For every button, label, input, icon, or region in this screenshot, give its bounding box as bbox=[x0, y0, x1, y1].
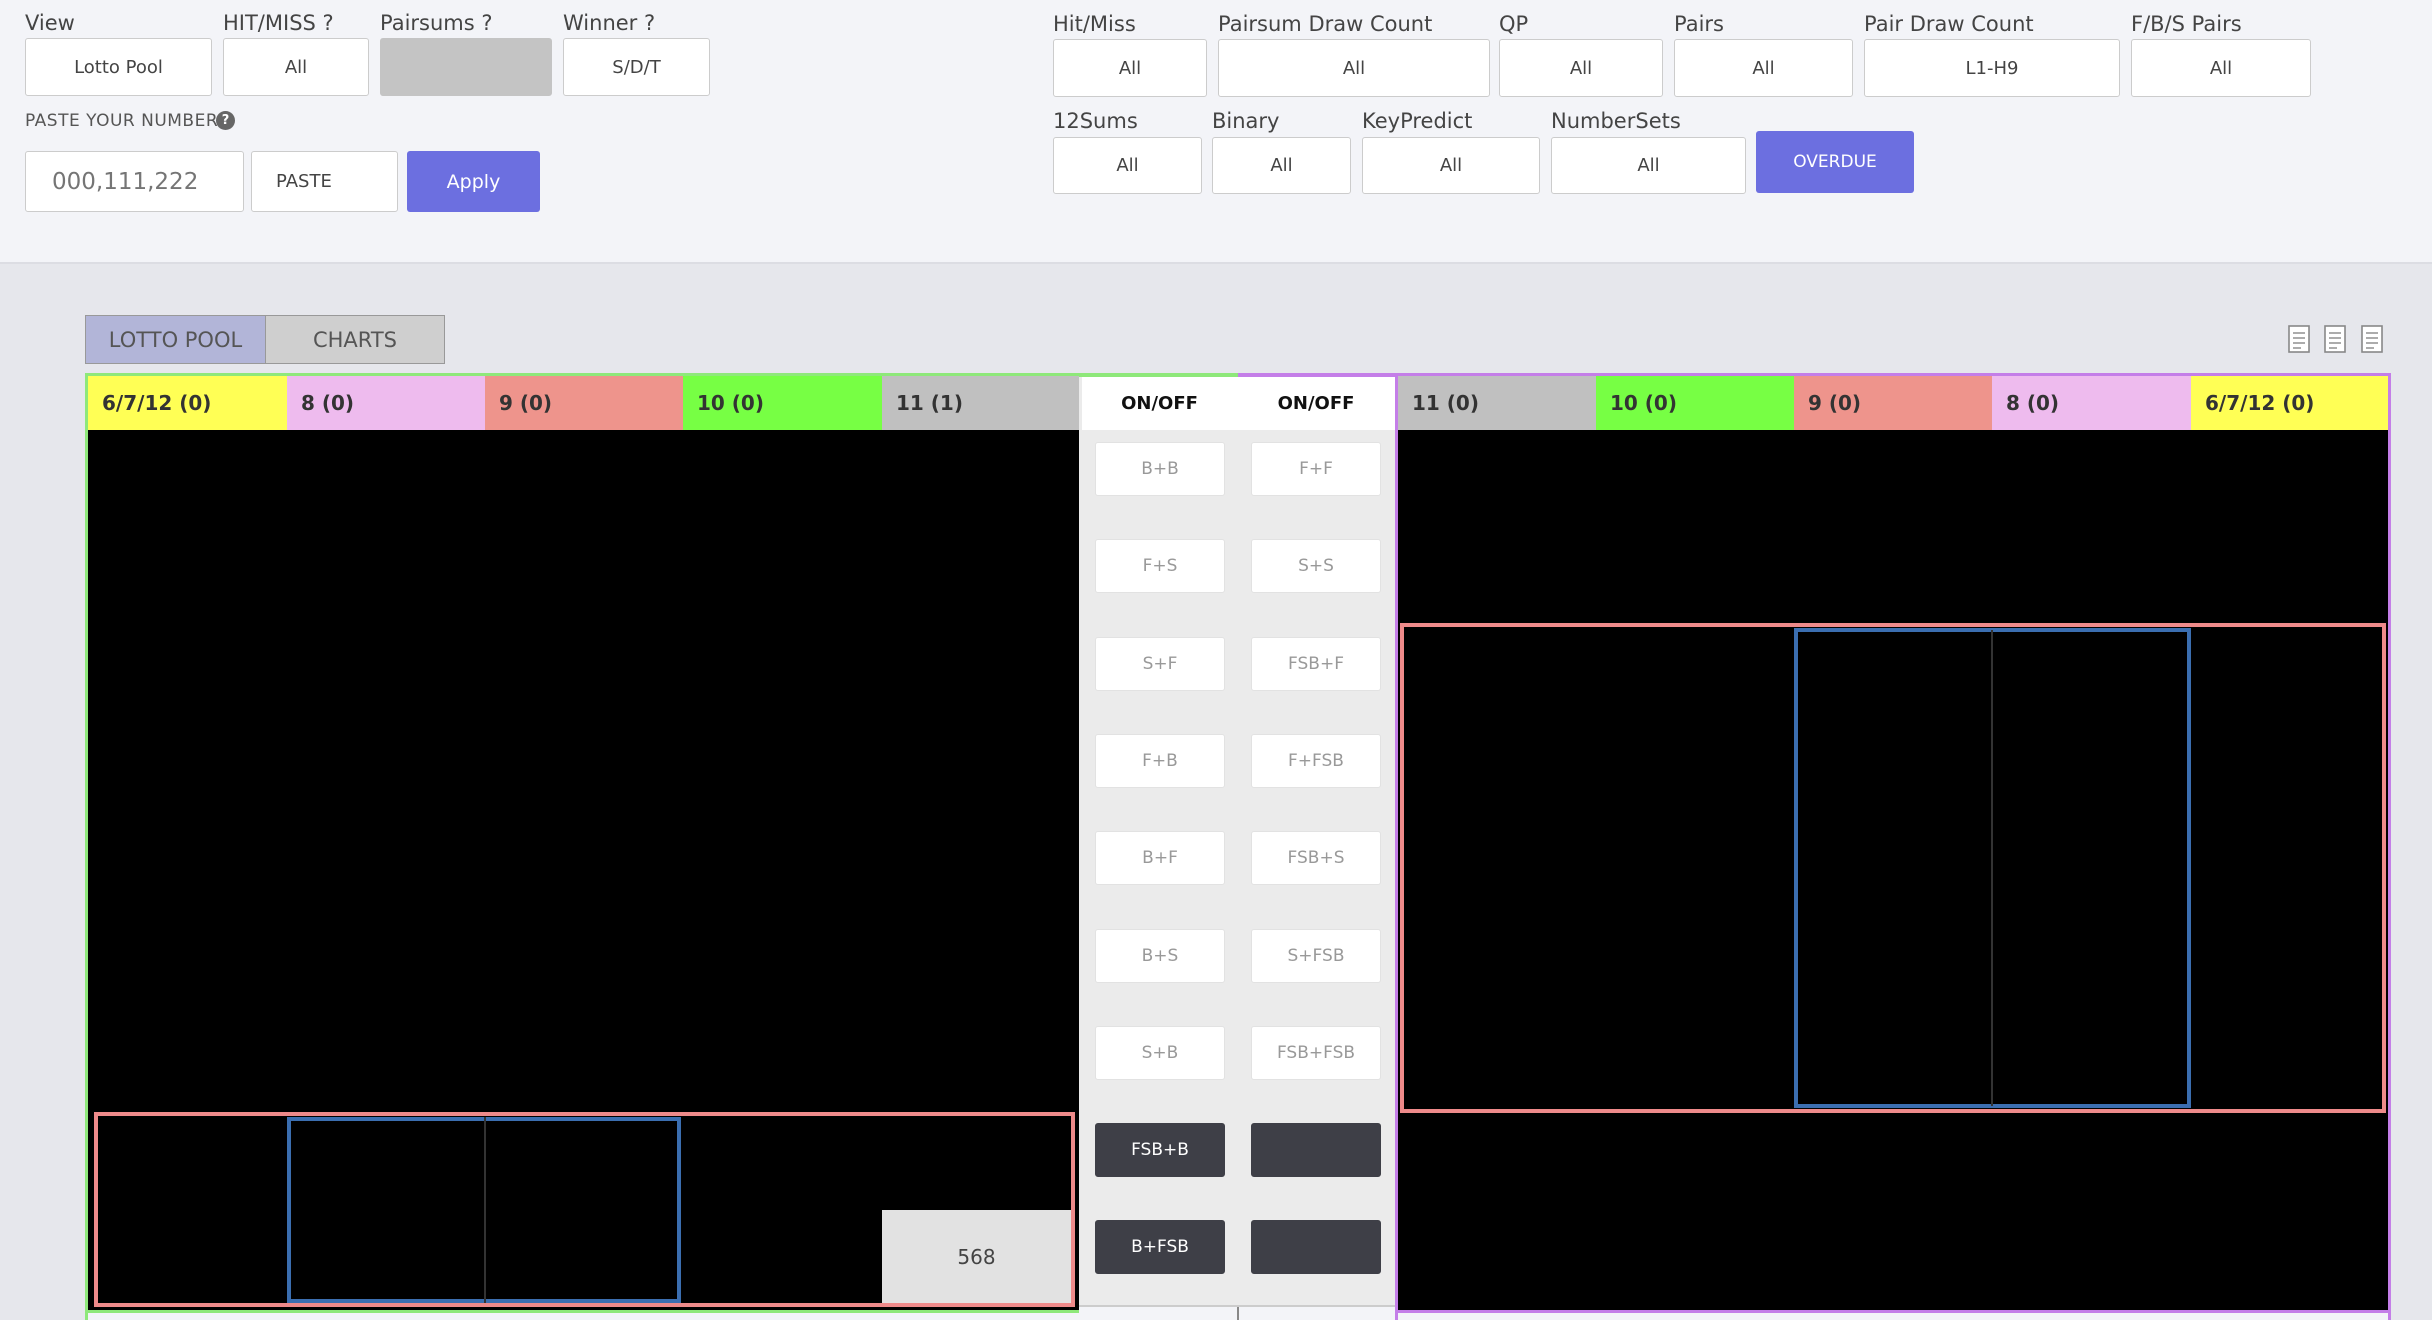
pair-toggle-button[interactable]: B+S bbox=[1095, 928, 1225, 983]
pair-toggle-column-1: B+B F+S S+F F+B B+F B+S S+B FSB+B B+FSB bbox=[1095, 442, 1225, 1292]
pair-toggle-button[interactable]: FSB+S bbox=[1251, 831, 1381, 886]
left-pool-grid bbox=[88, 430, 1079, 1110]
grid-divider bbox=[1991, 630, 1993, 1106]
paste-numbers-label: PASTE YOUR NUMBERS bbox=[25, 111, 230, 131]
winner-label: Winner ? bbox=[563, 11, 656, 35]
left-header-1[interactable]: 8 (0) bbox=[287, 376, 485, 430]
right-header-4[interactable]: 6/7/12 (0) bbox=[2191, 376, 2388, 430]
pair-toggle-button[interactable]: FSB+B bbox=[1095, 1123, 1225, 1178]
paste-select[interactable]: PASTE bbox=[251, 151, 398, 212]
pair-toggle-column-2: F+F S+S FSB+F F+FSB FSB+S S+FSB FSB+FSB bbox=[1251, 442, 1381, 1292]
pair-toggle-button[interactable] bbox=[1251, 1220, 1381, 1275]
apply-button[interactable]: Apply bbox=[407, 151, 540, 212]
view-label: View bbox=[25, 11, 75, 35]
pairs-label: Pairs bbox=[1674, 12, 1724, 36]
pair-toggle-button[interactable]: F+B bbox=[1095, 733, 1225, 788]
pair-toggle-button[interactable]: F+F bbox=[1251, 442, 1381, 496]
fbs-pairs-select[interactable]: All bbox=[2131, 39, 2311, 97]
view-select[interactable]: Lotto Pool bbox=[25, 38, 212, 96]
on-off-header-2[interactable]: ON/OFF bbox=[1237, 377, 1395, 430]
tab-lotto-pool[interactable]: LOTTO POOL bbox=[85, 315, 266, 364]
hit-miss-filter-select[interactable]: All bbox=[1053, 39, 1207, 97]
binary-select[interactable]: All bbox=[1212, 137, 1351, 194]
qp-select[interactable]: All bbox=[1499, 39, 1663, 97]
paste-numbers-input[interactable] bbox=[25, 151, 244, 212]
left-pool-footer bbox=[88, 1310, 1079, 1320]
pair-toggle-button[interactable]: B+B bbox=[1095, 442, 1225, 496]
right-header-3[interactable]: 8 (0) bbox=[1992, 376, 2191, 430]
pair-toggle-button[interactable]: B+FSB bbox=[1095, 1220, 1225, 1275]
numbersets-label: NumberSets bbox=[1551, 109, 1681, 133]
tab-charts[interactable]: CHARTS bbox=[265, 315, 445, 364]
left-header-4[interactable]: 11 (1) bbox=[882, 376, 1079, 430]
sums12-select[interactable]: All bbox=[1053, 137, 1202, 194]
pairs-select[interactable]: All bbox=[1674, 39, 1853, 97]
right-header-1[interactable]: 10 (0) bbox=[1596, 376, 1794, 430]
pairsum-draw-count-select[interactable]: All bbox=[1218, 39, 1490, 97]
pair-toggle-button[interactable]: S+B bbox=[1095, 1025, 1225, 1080]
pair-toggle-button[interactable]: FSB+FSB bbox=[1251, 1025, 1381, 1080]
numbersets-select[interactable]: All bbox=[1551, 137, 1746, 194]
right-header-0[interactable]: 11 (0) bbox=[1398, 376, 1596, 430]
document-icon[interactable] bbox=[2287, 325, 2311, 353]
grid-divider bbox=[484, 1117, 486, 1303]
left-header-3[interactable]: 10 (0) bbox=[683, 376, 882, 430]
hit-miss-select[interactable]: All bbox=[223, 38, 369, 96]
fbs-pairs-label: F/B/S Pairs bbox=[2131, 12, 2242, 36]
left-header-0[interactable]: 6/7/12 (0) bbox=[88, 376, 287, 430]
count-cell: 568 bbox=[882, 1210, 1071, 1303]
pairsums-select[interactable] bbox=[380, 38, 552, 96]
pair-toggle-button[interactable]: S+FSB bbox=[1251, 928, 1381, 983]
pairsums-label: Pairsums ? bbox=[380, 11, 493, 35]
document-icon[interactable] bbox=[2323, 325, 2347, 353]
pair-toggle-button[interactable]: B+F bbox=[1095, 831, 1225, 886]
keypredict-select[interactable]: All bbox=[1362, 137, 1540, 194]
overdue-button[interactable]: OVERDUE bbox=[1756, 131, 1914, 193]
winner-select[interactable]: S/D/T bbox=[563, 38, 710, 96]
help-icon[interactable]: ? bbox=[216, 111, 235, 130]
panel-footer-divider bbox=[1237, 1307, 1239, 1320]
pair-toggle-button[interactable]: FSB+F bbox=[1251, 636, 1381, 691]
pair-draw-count-select[interactable]: L1-H9 bbox=[1864, 39, 2120, 97]
right-header-2[interactable]: 9 (0) bbox=[1794, 376, 1992, 430]
hit-miss-label: HIT/MISS ? bbox=[223, 11, 334, 35]
qp-label: QP bbox=[1499, 12, 1529, 36]
hit-miss-filter-label: Hit/Miss bbox=[1053, 12, 1136, 36]
pair-toggle-button[interactable]: S+F bbox=[1095, 636, 1225, 691]
binary-label: Binary bbox=[1212, 109, 1280, 133]
left-header-2[interactable]: 9 (0) bbox=[485, 376, 683, 430]
right-pool-footer bbox=[1398, 1310, 2388, 1320]
pair-toggle-button[interactable] bbox=[1251, 1123, 1381, 1178]
pair-draw-count-label: Pair Draw Count bbox=[1864, 12, 2034, 36]
pair-toggle-button[interactable]: F+S bbox=[1095, 539, 1225, 594]
sums12-label: 12Sums bbox=[1053, 109, 1138, 133]
document-icon[interactable] bbox=[2360, 325, 2384, 353]
keypredict-label: KeyPredict bbox=[1362, 109, 1473, 133]
pair-toggle-button[interactable]: F+FSB bbox=[1251, 733, 1381, 788]
pairsum-draw-count-label: Pairsum Draw Count bbox=[1218, 12, 1433, 36]
pair-toggle-button[interactable]: S+S bbox=[1251, 539, 1381, 594]
on-off-header-1[interactable]: ON/OFF bbox=[1082, 377, 1237, 430]
